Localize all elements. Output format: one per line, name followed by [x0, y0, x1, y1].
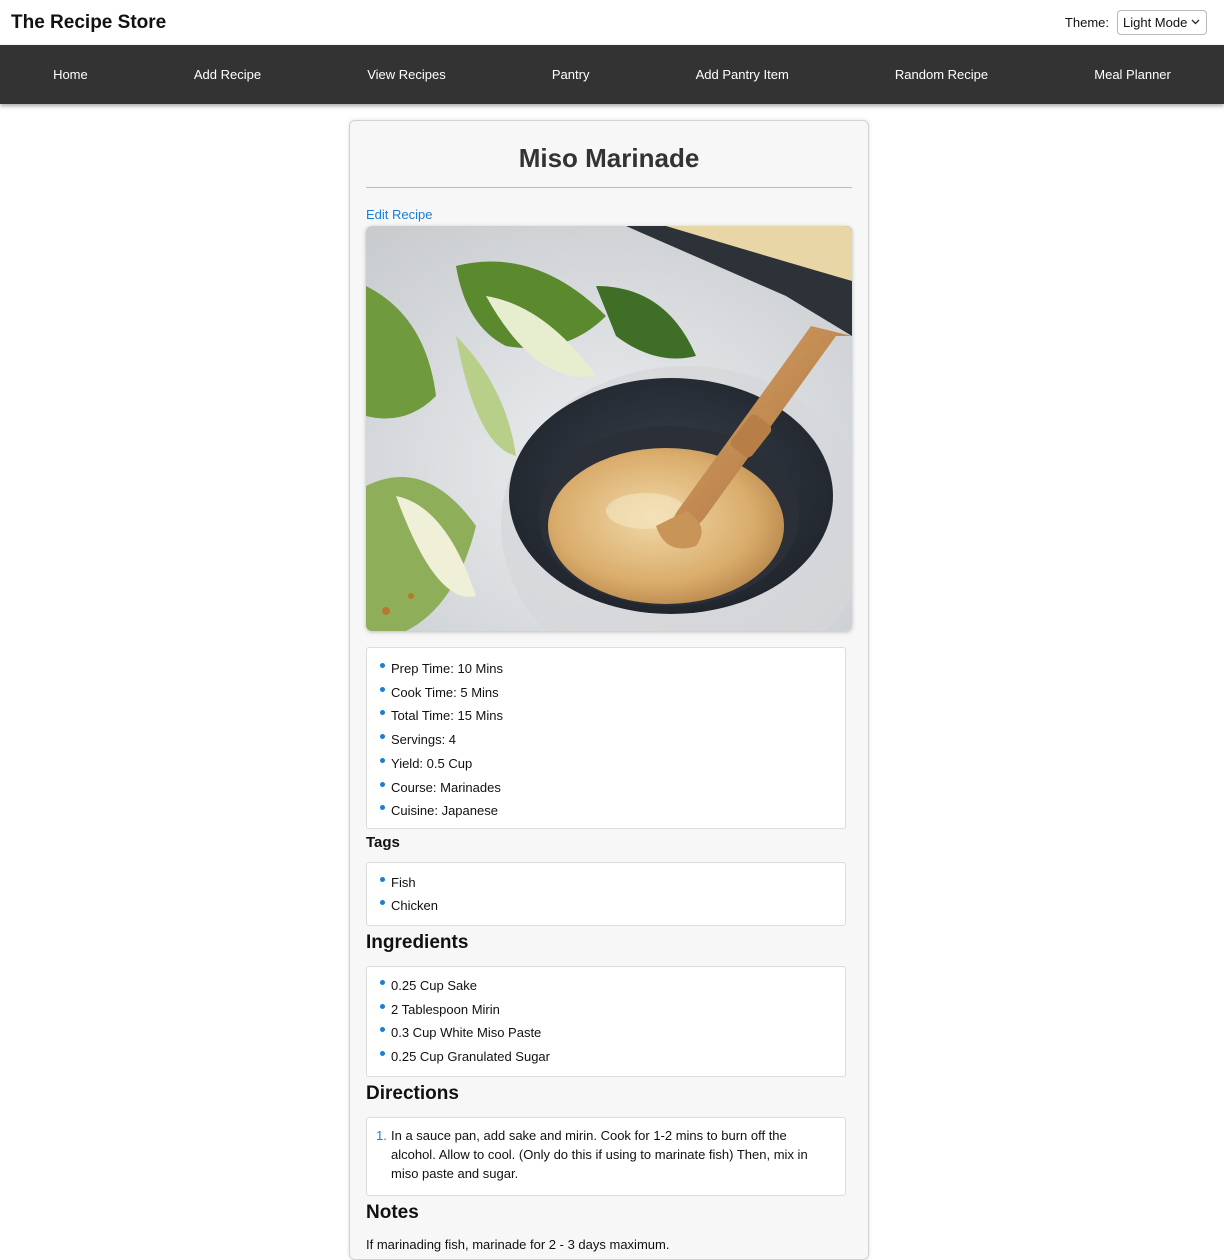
bullet-icon	[380, 900, 385, 906]
theme-select-value: Light Mode	[1123, 15, 1188, 30]
theme-label: Theme:	[1064, 15, 1109, 30]
ingredient-label: 0.3 Cup White Miso Paste	[391, 1025, 542, 1041]
bullet-icon	[380, 1051, 385, 1057]
directions-box: 1. In a sauce pan, add sake and mirin. Co…	[366, 1116, 846, 1196]
list-item: Course: Marinades	[367, 776, 845, 800]
bullet-icon	[380, 781, 385, 787]
directions-heading: Directions	[366, 1082, 459, 1104]
list-item: Cook Time: 5 Mins	[367, 681, 845, 705]
title-divider	[366, 187, 852, 188]
detail-prep-time: Prep Time: 10 Mins	[391, 661, 503, 676]
list-item: Servings: 4	[367, 728, 845, 752]
notes-text: If marinading fish, marinade for 2 - 3 d…	[366, 1236, 670, 1252]
tags-box: Fish Chicken	[366, 861, 846, 926]
edit-recipe-link[interactable]: Edit Recipe	[366, 207, 432, 222]
ingredient-item: 0.25 Cup Granulated Sugar	[367, 1045, 845, 1069]
ingredient-label: 2 Tablespoon Mirin	[391, 1001, 500, 1017]
recipe-title: Miso Marinade	[518, 143, 700, 173]
nav-add-pantry-item[interactable]: Add Pantry Item	[680, 59, 805, 90]
tag-label: Chicken	[391, 898, 438, 914]
direction-step: 1. In a sauce pan, add sake and mirin. Co…	[367, 1126, 811, 1183]
bullet-icon	[380, 1027, 385, 1033]
list-item: Total Time: 15 Mins	[367, 704, 845, 728]
ingredient-item: 0.3 Cup White Miso Paste	[367, 1021, 845, 1045]
bullet-icon	[380, 757, 385, 763]
ingredient-item: 2 Tablespoon Mirin	[367, 998, 845, 1022]
bullet-icon	[380, 710, 385, 716]
direction-text: In a sauce pan, add sake and mirin. Cook…	[391, 1127, 808, 1181]
bullet-icon	[380, 663, 385, 668]
recipe-details-box: Prep Time: 10 Mins Cook Time: 5 Mins Tot…	[366, 647, 846, 829]
tag-item: Chicken	[367, 894, 845, 918]
tag-item: Fish	[367, 871, 845, 895]
recipe-photo	[366, 226, 852, 631]
recipe-photo-illustration	[366, 226, 852, 631]
tags-heading: Tags	[366, 833, 400, 851]
detail-servings: Servings: 4	[391, 732, 457, 748]
detail-course: Course: Marinades	[391, 779, 501, 795]
bullet-icon	[380, 805, 385, 811]
nav-view-recipes[interactable]: View Recipes	[351, 59, 462, 90]
theme-select[interactable]: Light Mode	[1117, 10, 1207, 35]
step-number: 1.	[376, 1127, 387, 1143]
chevron-down-icon	[1191, 17, 1200, 28]
bullet-icon	[380, 876, 385, 882]
detail-cuisine: Cuisine: Japanese	[391, 803, 498, 819]
notes-heading: Notes	[366, 1201, 419, 1223]
main-nav: Home Add Recipe View Recipes Pantry Add …	[0, 45, 1224, 104]
list-item: Cuisine: Japanese	[367, 799, 845, 823]
theme-switcher: Theme: Light Mode	[1065, 10, 1207, 35]
list-item: Yield: 0.5 Cup	[367, 752, 845, 776]
site-title[interactable]: The Recipe Store	[11, 12, 166, 34]
detail-total-time: Total Time: 15 Mins	[391, 708, 503, 724]
nav-add-recipe[interactable]: Add Recipe	[178, 59, 277, 90]
recipe-card: Miso Marinade Edit Recipe Prep Time: 10 …	[349, 120, 869, 1260]
bullet-icon	[380, 979, 385, 985]
nav-random-recipe[interactable]: Random Recipe	[879, 59, 1004, 90]
ingredient-item: 0.25 Cup Sake	[367, 974, 845, 998]
detail-yield: Yield: 0.5 Cup	[391, 755, 473, 771]
ingredients-heading: Ingredients	[366, 931, 469, 953]
list-item: Prep Time: 10 Mins	[367, 657, 845, 681]
nav-pantry[interactable]: Pantry	[536, 59, 606, 90]
ingredients-box: 0.25 Cup Sake 2 Tablespoon Mirin 0.3 Cup…	[366, 965, 846, 1077]
tag-label: Fish	[391, 874, 416, 890]
ingredient-label: 0.25 Cup Granulated Sugar	[391, 1049, 550, 1065]
bullet-icon	[380, 1003, 385, 1009]
nav-home[interactable]: Home	[37, 59, 104, 90]
ingredient-label: 0.25 Cup Sake	[391, 977, 478, 993]
top-header: The Recipe Store Theme: Light Mode	[0, 0, 1224, 45]
nav-meal-planner[interactable]: Meal Planner	[1078, 59, 1187, 90]
detail-cook-time: Cook Time: 5 Mins	[391, 684, 499, 700]
bullet-icon	[380, 734, 385, 740]
bullet-icon	[380, 686, 385, 692]
